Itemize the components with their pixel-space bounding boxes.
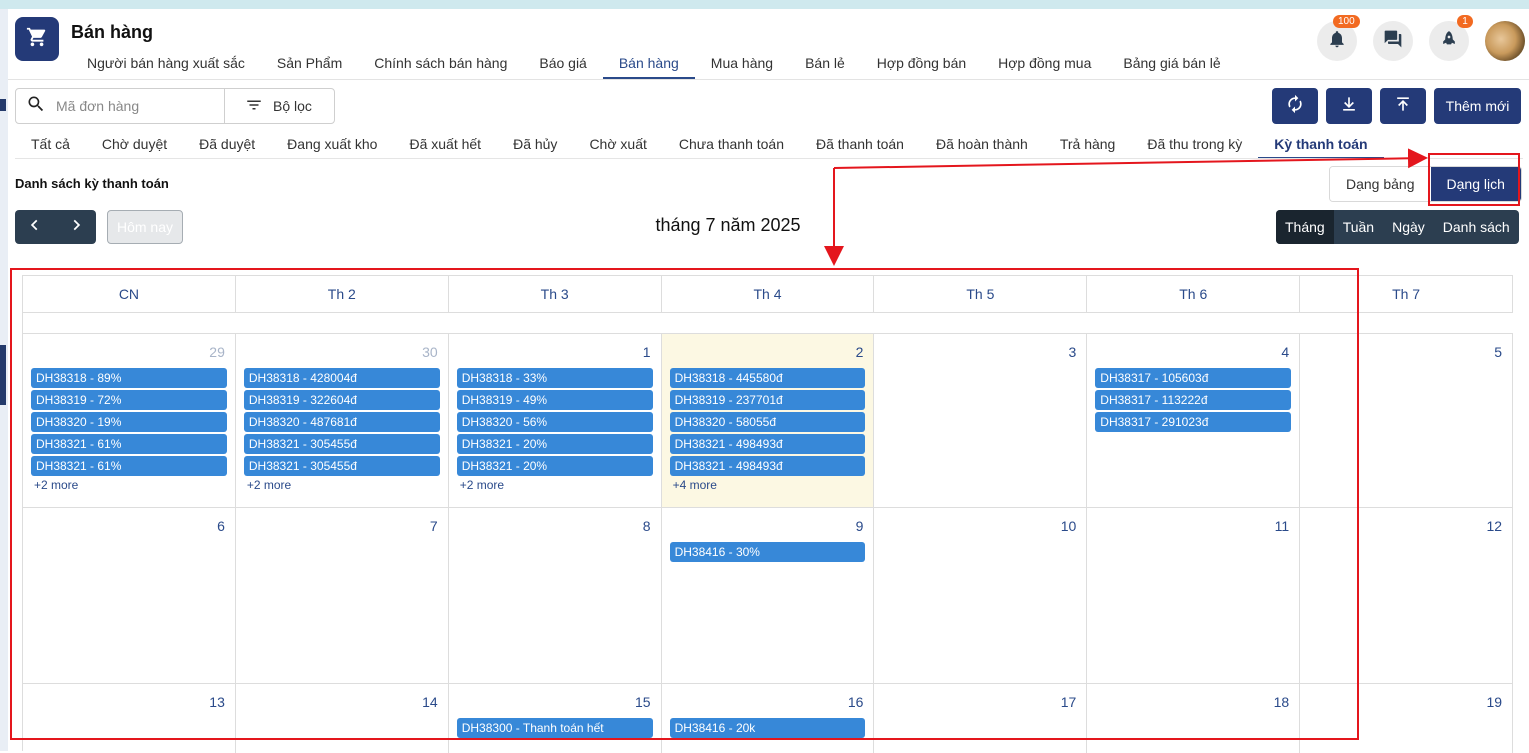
tab-all[interactable]: Tất cả <box>15 136 86 159</box>
chat-icon <box>1383 29 1403 54</box>
user-avatar[interactable] <box>1485 21 1525 61</box>
table-view-button[interactable]: Dạng bảng <box>1330 167 1431 201</box>
nav-item-retail[interactable]: Bán lẻ <box>789 51 861 79</box>
range-week-button[interactable]: Tuần <box>1334 210 1383 244</box>
tab-exporting[interactable]: Đang xuất kho <box>271 136 393 159</box>
chevron-left-icon <box>28 218 42 237</box>
rocket-icon <box>1439 29 1459 54</box>
search-input[interactable] <box>56 98 216 114</box>
search-icon <box>26 94 46 119</box>
tab-returns[interactable]: Trả hàng <box>1044 136 1132 159</box>
notifications-badge: 100 <box>1333 15 1360 28</box>
tabs-divider <box>15 158 1523 159</box>
tab-payment-periods[interactable]: Kỳ thanh toán <box>1258 136 1384 159</box>
upload-icon <box>1393 94 1413 119</box>
calendar-title: tháng 7 năm 2025 <box>655 215 801 235</box>
range-list-button[interactable]: Danh sách <box>1434 210 1519 244</box>
notifications-button[interactable]: 100 <box>1317 15 1360 61</box>
filter-label: Bộ lọc <box>273 98 312 114</box>
tab-paid[interactable]: Đã thanh toán <box>800 136 920 159</box>
add-new-button[interactable]: Thêm mới <box>1434 88 1521 124</box>
rocket-badge: 1 <box>1457 15 1473 28</box>
refresh-icon <box>1285 94 1305 119</box>
search-bar: Bộ lọc <box>15 88 335 124</box>
range-day-button[interactable]: Ngày <box>1383 210 1434 244</box>
range-month-button[interactable]: Tháng <box>1276 210 1334 244</box>
header-icons: 100 1 <box>1301 15 1529 61</box>
annotation-view-toggle-box <box>1428 153 1520 206</box>
top-strip <box>0 0 1529 9</box>
tab-collected-in-period[interactable]: Đã thu trong kỳ <box>1131 136 1258 159</box>
rocket-button[interactable]: 1 <box>1429 15 1473 61</box>
tab-fully-exported[interactable]: Đã xuất hết <box>393 136 497 159</box>
nav-item-purchase-contracts[interactable]: Hợp đồng mua <box>982 51 1107 79</box>
app-title: Bán hàng <box>71 22 154 42</box>
toolbar-actions: Thêm mới <box>1264 88 1521 124</box>
nav-item-sales[interactable]: Bán hàng <box>602 51 695 79</box>
prev-month-button[interactable] <box>15 210 56 244</box>
status-tabs: Tất cả Chờ duyệt Đã duyệt Đang xuất kho … <box>15 136 1384 159</box>
nav-item-quotes[interactable]: Báo giá <box>523 51 602 79</box>
filter-button[interactable]: Bộ lọc <box>225 89 334 123</box>
refresh-button[interactable] <box>1272 88 1318 124</box>
calendar-nav <box>15 210 96 244</box>
bell-icon <box>1327 29 1347 54</box>
annotation-calendar-box <box>10 268 1359 740</box>
chat-button[interactable] <box>1373 21 1413 61</box>
tab-unpaid[interactable]: Chưa thanh toán <box>663 136 800 159</box>
tab-approved[interactable]: Đã duyệt <box>183 136 271 159</box>
search-field[interactable] <box>16 89 225 123</box>
nav-item-sales-policy[interactable]: Chính sách bán hàng <box>358 51 523 79</box>
page-title: Danh sách kỳ thanh toán <box>15 176 169 191</box>
nav-item-sales-contracts[interactable]: Hợp đồng bán <box>861 51 982 79</box>
nav-item-purchasing[interactable]: Mua hàng <box>695 51 789 79</box>
nav-item-top-sellers[interactable]: Người bán hàng xuất sắc <box>71 51 261 79</box>
chevron-right-icon <box>69 218 83 237</box>
filter-icon <box>245 96 263 117</box>
download-button[interactable] <box>1326 88 1372 124</box>
tab-cancelled[interactable]: Đã hủy <box>497 136 573 159</box>
download-icon <box>1339 94 1359 119</box>
next-month-button[interactable] <box>56 210 97 244</box>
range-selector: Tháng Tuần Ngày Danh sách <box>1276 210 1519 244</box>
nav-item-retail-pricelist[interactable]: Bảng giá bán lẻ <box>1107 51 1236 79</box>
tab-completed[interactable]: Đã hoàn thành <box>920 136 1044 159</box>
main-nav: Người bán hàng xuất sắc Sản Phẩm Chính s… <box>71 51 1237 79</box>
today-button[interactable]: Hôm nay <box>107 210 183 244</box>
left-sidebar-edge <box>0 9 8 751</box>
tab-awaiting-export[interactable]: Chờ xuất <box>573 136 662 159</box>
upload-button[interactable] <box>1380 88 1426 124</box>
cart-icon <box>26 26 48 53</box>
app-logo[interactable] <box>15 17 59 61</box>
header-divider <box>8 79 1529 80</box>
nav-item-products[interactable]: Sản Phẩm <box>261 51 358 79</box>
tab-pending-approval[interactable]: Chờ duyệt <box>86 136 183 159</box>
